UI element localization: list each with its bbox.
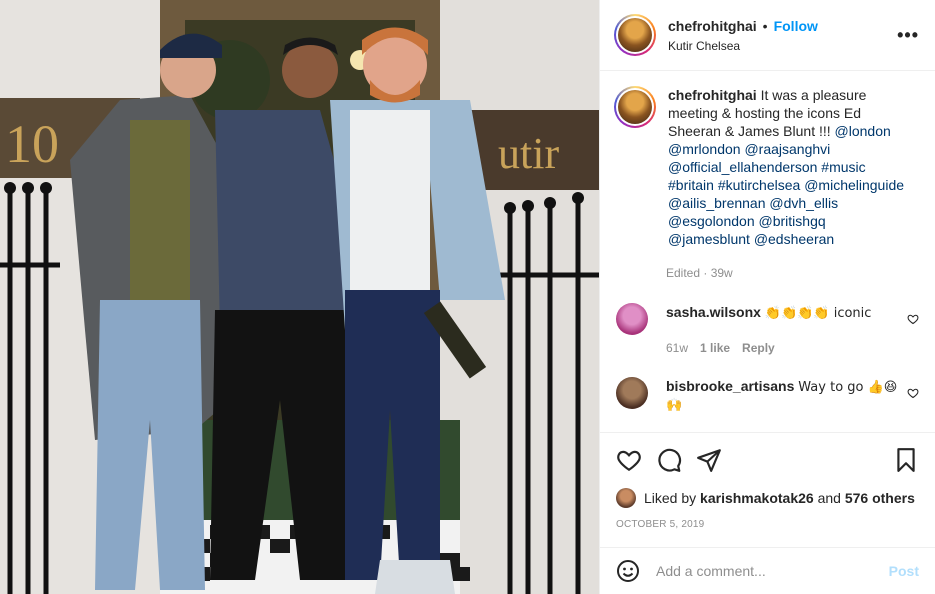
instagram-post: 10 utir chefrohitghai • Follow Kutir Che… [0,0,935,594]
comment-heart-icon[interactable] [907,313,919,325]
reply-button[interactable]: Reply [742,339,775,357]
bookmark-icon[interactable] [893,447,919,473]
comment-username[interactable]: bisbrooke_artisans [666,378,794,394]
caption-tag-link[interactable]: @ailis_brennan [668,195,766,211]
caption-tags: @london @mrlondon @raajsanghvi @official… [668,123,904,247]
caption-avatar[interactable] [614,86,656,128]
add-comment-bar: Post [600,547,935,594]
author-avatar[interactable] [614,14,656,56]
comment-text: 👏👏👏👏 iconic [764,306,872,321]
comment-text-continued: 🙌 [666,398,683,413]
action-bar [600,432,935,492]
location-link[interactable]: Kutir Chelsea [668,39,897,53]
post-comment-button[interactable]: Post [889,563,919,579]
share-icon[interactable] [696,447,722,473]
comment-heart-icon[interactable] [907,387,919,399]
sign-number: 10 [5,114,59,174]
likes-prefix: Liked by [644,490,697,506]
comment-time[interactable]: 61w [666,339,688,357]
caption-tag-link[interactable]: #kutirchelsea [718,177,801,193]
follow-button[interactable]: Follow [774,18,818,34]
comment-text: Way to go 👍😆 [798,380,898,395]
comment-item: sasha.wilsonx 👏👏👏👏 iconic 61w 1 like Rep… [616,303,919,357]
post-photo[interactable]: 10 utir [0,0,599,594]
edited-timestamp: Edited · 39w [666,266,733,280]
caption-tag-link[interactable]: @official_ellahenderson [668,159,817,175]
separator-dot: • [762,17,768,34]
caption-tag-link[interactable]: @london [835,123,891,139]
caption-tag-link[interactable]: #britain [668,177,714,193]
comment-item: bisbrooke_artisans Way to go 👍😆 🙌 [616,377,919,415]
caption-tag-link[interactable]: @edsheeran [754,231,834,247]
author-username[interactable]: chefrohitghai [668,18,757,34]
liker-username[interactable]: karishmakotak26 [700,490,814,506]
post-header: chefrohitghai • Follow Kutir Chelsea ••• [600,0,935,71]
caption-username[interactable]: chefrohitghai [668,87,757,103]
caption-tag-link[interactable]: @michelinguide [804,177,904,193]
caption-tag-link[interactable]: @mrlondon [668,141,741,157]
post-side-panel: chefrohitghai • Follow Kutir Chelsea •••… [599,0,935,594]
comment-likes[interactable]: 1 like [700,339,730,357]
photo-illustration: 10 utir [0,0,599,594]
comment-avatar[interactable] [616,377,648,409]
likes-others[interactable]: 576 others [845,490,915,506]
comment-input[interactable] [656,563,889,579]
caption-tag-link[interactable]: @britishgq [759,213,826,229]
sign-name: utir [498,129,559,178]
comment-username[interactable]: sasha.wilsonx [666,304,761,320]
comment-icon[interactable] [656,447,682,473]
post-date[interactable]: OCTOBER 5, 2019 [616,519,704,530]
caption-tag-link[interactable]: @jamesblunt [668,231,750,247]
caption-tag-link[interactable]: @raajsanghvi [744,141,830,157]
caption: chefrohitghai It was a pleasure meeting … [614,86,919,248]
heart-icon[interactable] [616,447,642,473]
caption-tag-link[interactable]: #music [821,159,865,175]
comment-avatar[interactable] [616,303,648,335]
liker-avatar[interactable] [616,488,636,508]
caption-tag-link[interactable]: @esgolondon [668,213,755,229]
caption-tag-link[interactable]: @dvh_ellis [769,195,838,211]
likes-and: and [817,490,841,506]
comment-meta: 61w 1 like Reply [666,339,910,357]
emoji-icon[interactable] [616,559,640,583]
likes-summary: Liked by karishmakotak26 and 576 others [616,488,915,508]
more-icon[interactable]: ••• [897,25,919,46]
caption-text: chefrohitghai It was a pleasure meeting … [668,86,908,248]
header-text: chefrohitghai • Follow Kutir Chelsea [668,18,897,53]
